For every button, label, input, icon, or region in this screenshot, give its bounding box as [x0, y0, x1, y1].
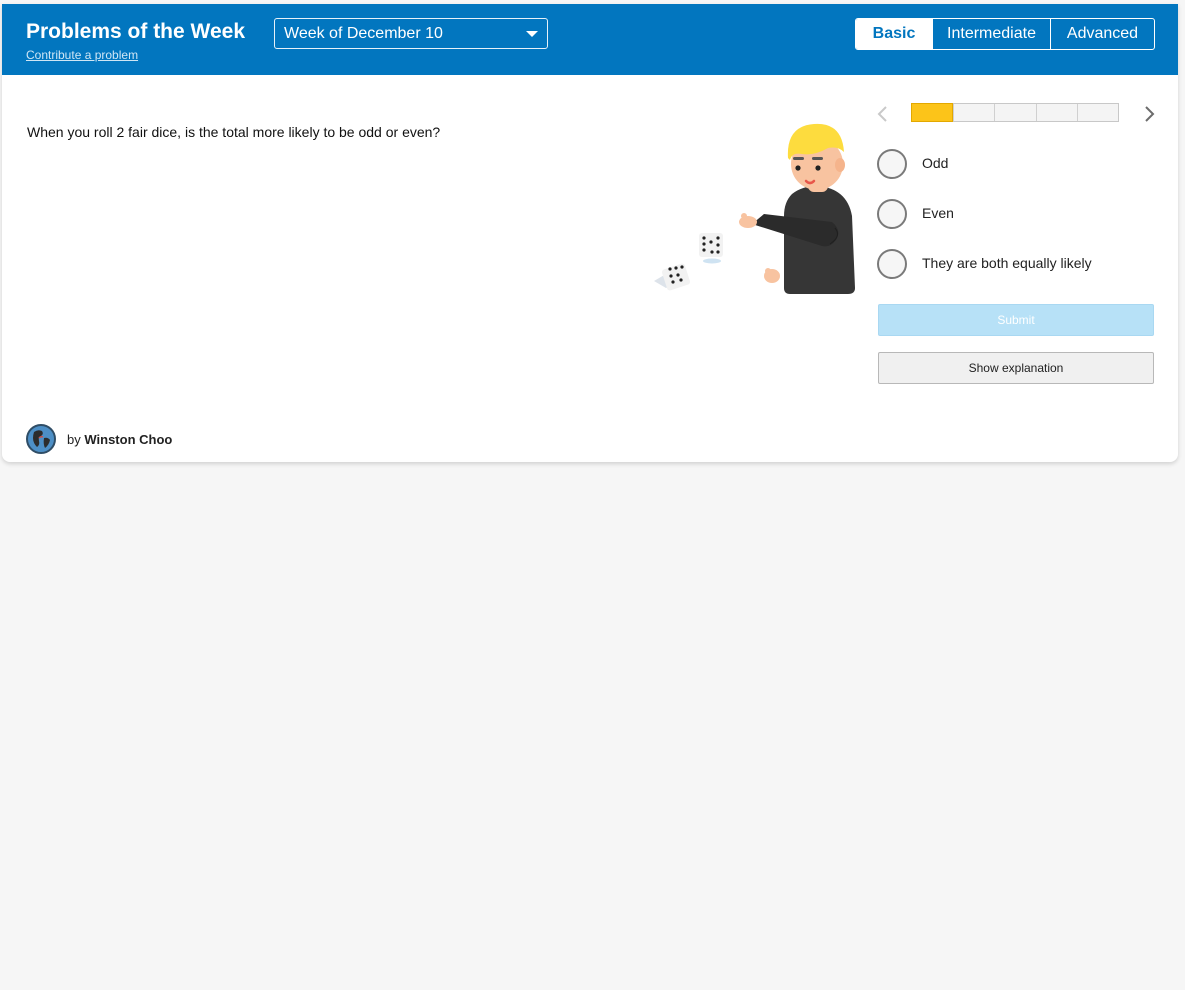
page-title: Problems of the Week [26, 20, 246, 43]
author-by-label: by [67, 431, 81, 447]
person-rolling-dice-illustration [654, 123, 855, 294]
chevron-right-icon[interactable] [1140, 104, 1158, 124]
progress-segment [1076, 104, 1118, 121]
tab-intermediate[interactable]: Intermediate [932, 19, 1050, 49]
author-name[interactable]: Winston Choo [84, 432, 172, 447]
progress-segment-complete [911, 103, 954, 122]
person-figure [739, 123, 855, 294]
author-credit: by Winston Choo [26, 424, 172, 454]
answer-option-even[interactable]: Even [877, 199, 1157, 229]
tab-advanced[interactable]: Advanced [1050, 19, 1154, 49]
answer-option-odd[interactable]: Odd [877, 149, 1157, 179]
contribute-link[interactable]: Contribute a problem [26, 48, 138, 62]
show-explanation-button[interactable]: Show explanation [878, 352, 1154, 384]
progress-segment [953, 104, 994, 121]
answer-option-equal[interactable]: They are both equally likely [877, 249, 1157, 279]
progress-segment [1035, 104, 1077, 121]
answer-option-label: Even [922, 205, 954, 221]
radio-button[interactable] [877, 149, 907, 179]
radio-button[interactable] [877, 199, 907, 229]
problem-card: Problems of the Week Contribute a proble… [2, 4, 1178, 462]
dice-icon [654, 263, 691, 291]
answer-option-label: Odd [922, 155, 949, 171]
chevron-down-icon [526, 31, 538, 37]
header-bar: Problems of the Week Contribute a proble… [2, 4, 1178, 75]
level-tabs: Basic Intermediate Advanced [855, 18, 1155, 50]
week-select[interactable]: Week of December 10 [274, 18, 548, 49]
progress-bar [911, 103, 1119, 122]
progress-segment [994, 104, 1035, 121]
globe-avatar-icon [26, 424, 56, 454]
chevron-left-icon[interactable] [874, 104, 892, 124]
tab-basic[interactable]: Basic [856, 19, 932, 49]
radio-button[interactable] [877, 249, 907, 279]
week-select-value: Week of December 10 [284, 25, 443, 42]
dice-icon [699, 233, 723, 264]
answer-option-label: They are both equally likely [922, 255, 1092, 271]
submit-button[interactable]: Submit [878, 304, 1154, 336]
question-text: When you roll 2 fair dice, is the total … [27, 124, 441, 140]
